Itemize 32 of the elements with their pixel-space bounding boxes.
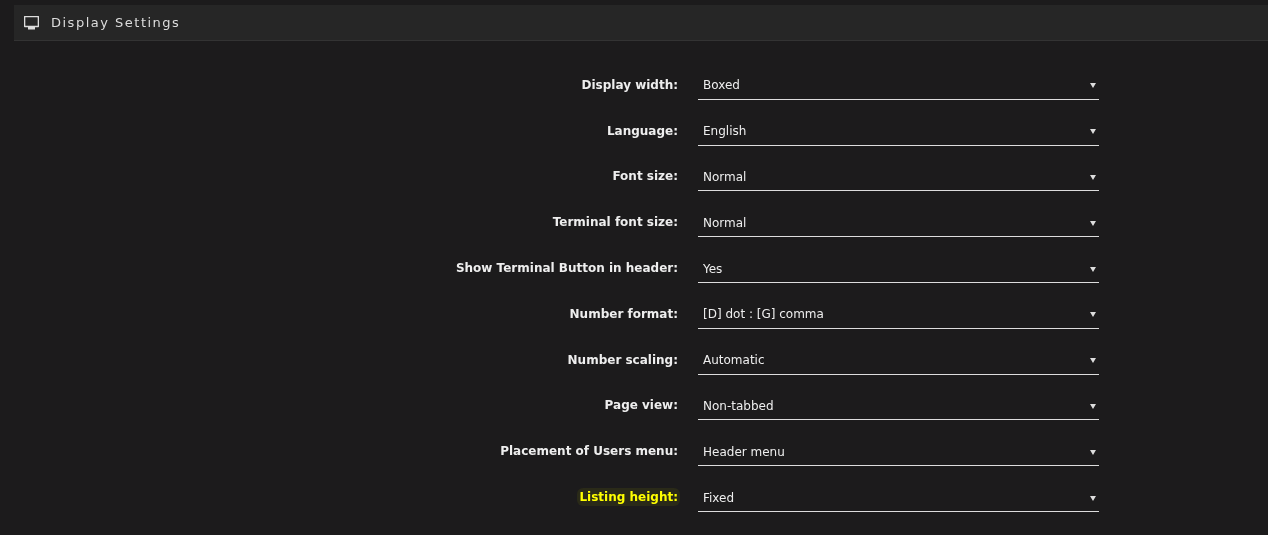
select-field[interactable]: English (698, 117, 1099, 146)
setting-label: Font size: (611, 168, 679, 186)
dropdown-caret-icon (1090, 128, 1096, 135)
setting-label: Number format: (568, 305, 679, 323)
select-field[interactable]: Yes (698, 255, 1099, 284)
setting-label: Page view: (603, 397, 679, 415)
dropdown-caret-icon (1090, 82, 1096, 89)
setting-label: Language: (605, 122, 679, 140)
setting-label: Placement of Users menu: (499, 443, 679, 461)
dropdown-caret-icon (1090, 357, 1096, 364)
panel-title: Display Settings (51, 13, 181, 32)
select-field[interactable]: Fixed (698, 484, 1099, 513)
dropdown-caret-icon (1090, 174, 1096, 180)
select-field[interactable]: Non-tabbed (698, 392, 1099, 421)
dropdown-caret-icon (1090, 311, 1096, 318)
select-field[interactable]: [D] dot : [G] comma (698, 300, 1099, 329)
select-field[interactable]: Header menu (698, 438, 1099, 467)
dropdown-caret-icon (1090, 265, 1096, 272)
select-field[interactable]: Normal (698, 163, 1099, 192)
monitor-icon (24, 15, 39, 30)
setting-label: Terminal font size: (551, 214, 679, 232)
setting-label: Show Terminal Button in header: (454, 260, 679, 278)
setting-label: Display width: (580, 76, 679, 94)
dropdown-caret-icon (1090, 402, 1096, 409)
dropdown-caret-icon (1090, 448, 1096, 455)
setting-label: Listing height: (577, 488, 680, 507)
dropdown-caret-icon (1090, 219, 1096, 226)
select-field[interactable]: Automatic (698, 346, 1099, 375)
setting-label: Number scaling: (566, 351, 679, 369)
select-field[interactable]: Boxed (698, 71, 1099, 100)
dropdown-caret-icon (1090, 494, 1096, 501)
select-field[interactable]: Normal (698, 209, 1099, 238)
